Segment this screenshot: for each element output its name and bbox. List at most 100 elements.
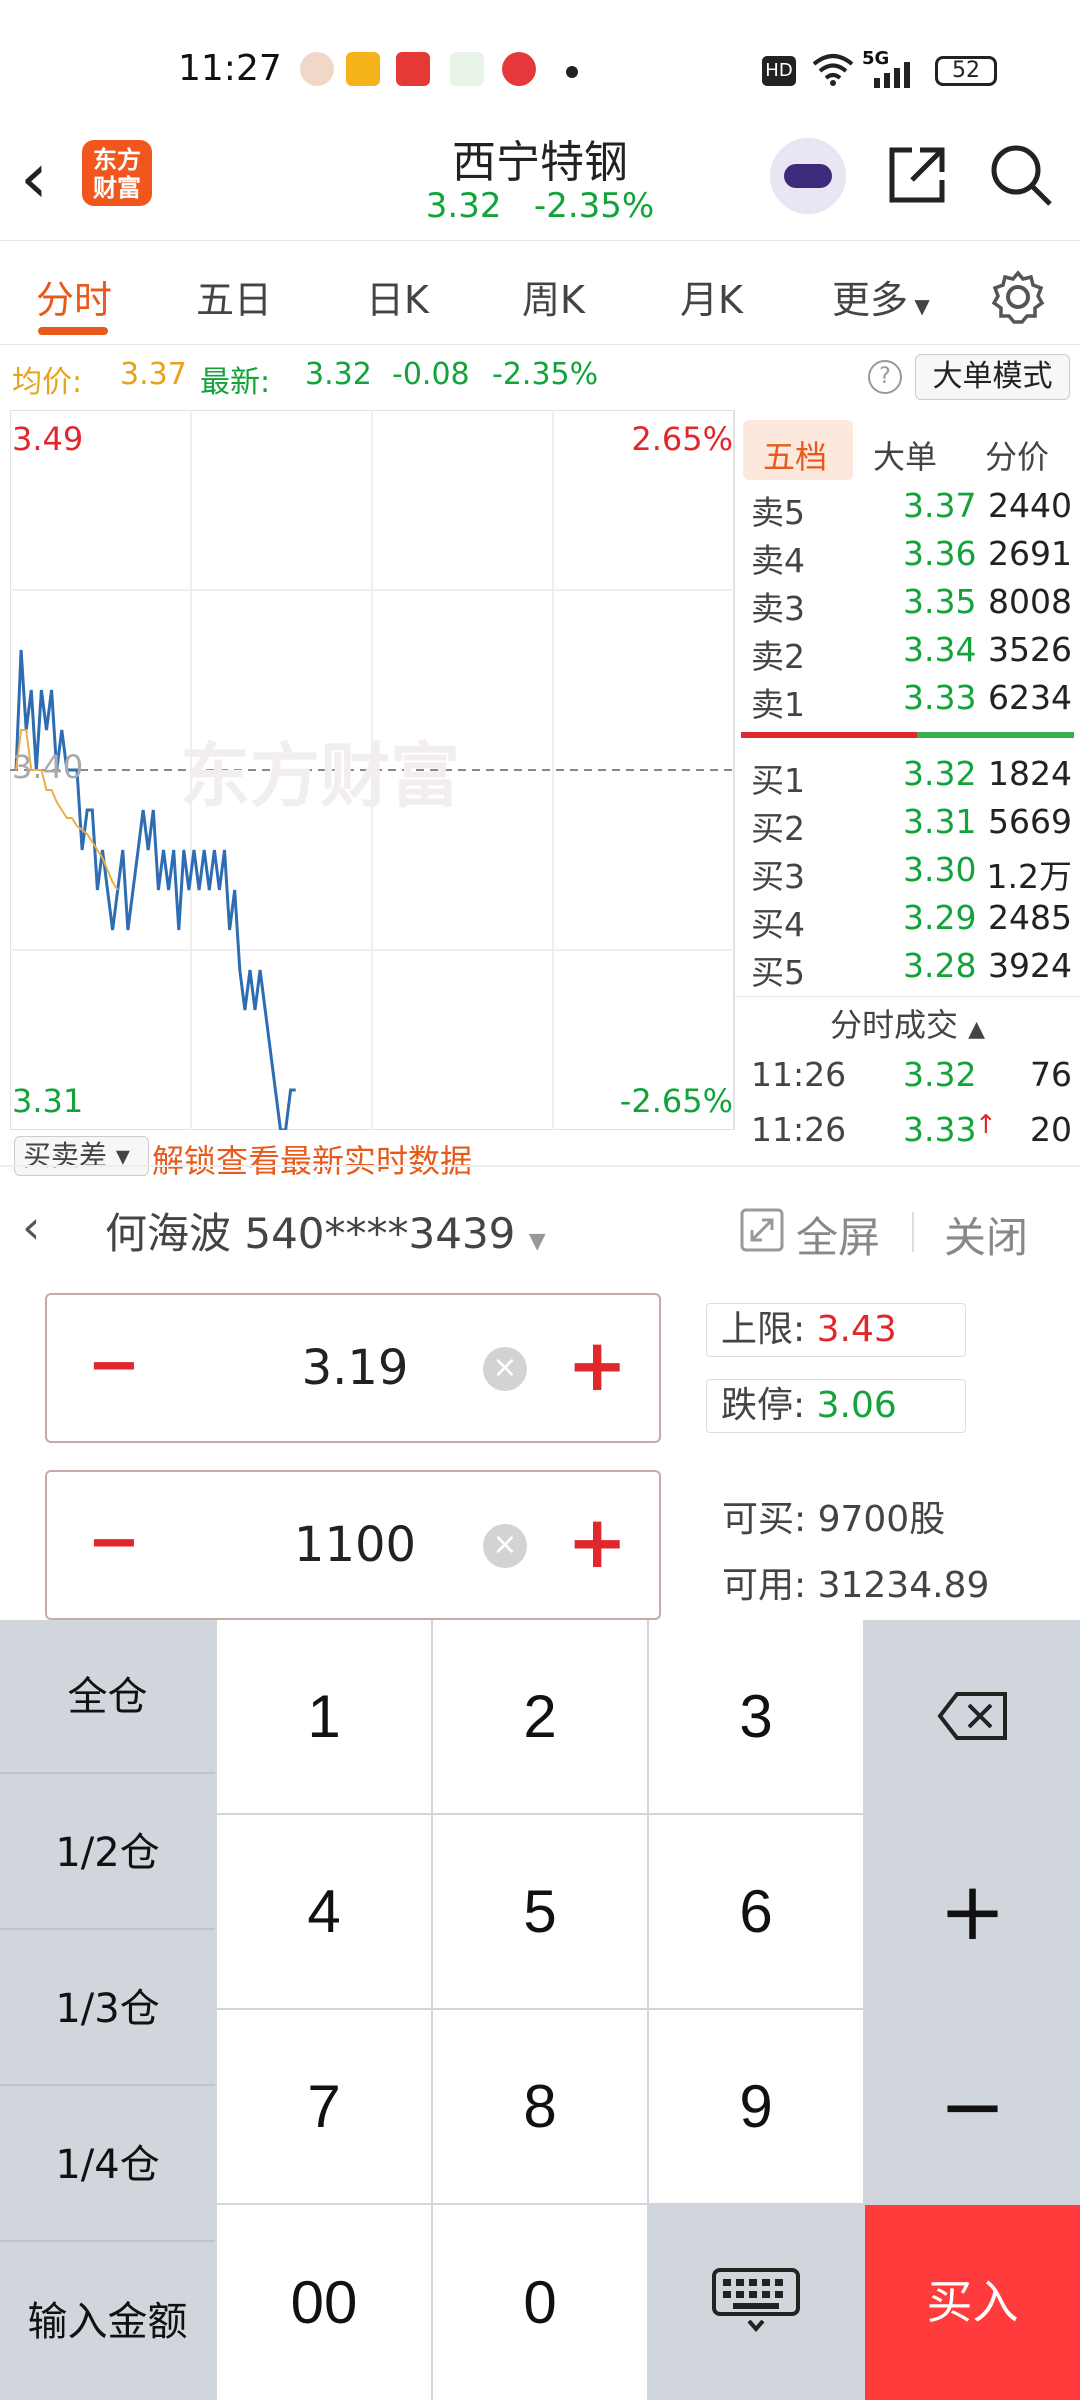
buy-button[interactable]: 买入 bbox=[865, 2205, 1080, 2400]
ask-row: 卖4 3.36 2691 bbox=[743, 534, 1080, 582]
chart-period-tabs: 分时 五日 日K 周K 月K 更多 ▼ bbox=[0, 240, 1080, 345]
price-clear-icon[interactable]: × bbox=[483, 1347, 527, 1391]
signal-icon bbox=[874, 62, 910, 88]
ask-volume: 8008 bbox=[988, 582, 1072, 621]
key-1[interactable]: 1 bbox=[217, 1620, 431, 1813]
bid-volume: 2485 bbox=[988, 898, 1072, 937]
ask-price: 3.34 bbox=[903, 630, 977, 669]
big-order-mode-button[interactable]: 大单模式 bbox=[915, 354, 1070, 400]
book-tab-price-split[interactable]: 分价 bbox=[985, 432, 1049, 478]
trades-title-label: 分时成交 bbox=[829, 1006, 958, 1044]
ask-row: 卖5 3.37 2440 bbox=[743, 486, 1080, 534]
ask-price: 3.37 bbox=[903, 486, 977, 525]
trades-title[interactable]: 分时成交 ▲ bbox=[735, 1000, 1080, 1046]
key-6[interactable]: 6 bbox=[649, 1815, 863, 2008]
bid-price: 3.31 bbox=[903, 802, 977, 841]
bid-price: 3.32 bbox=[903, 754, 977, 793]
key-00[interactable]: 00 bbox=[217, 2205, 431, 2400]
plus-key[interactable]: + bbox=[865, 1815, 1080, 2008]
key-8[interactable]: 8 bbox=[433, 2010, 647, 2203]
bid-label: 买2 bbox=[751, 809, 805, 848]
bid-row: 买1 3.32 1824 bbox=[743, 754, 1080, 802]
price-increase-button[interactable]: + bbox=[567, 1295, 627, 1441]
key-9[interactable]: 9 bbox=[649, 2010, 863, 2203]
close-button[interactable]: 关闭 bbox=[944, 1204, 1028, 1265]
backspace-key[interactable] bbox=[865, 1620, 1080, 1813]
fullscreen-button[interactable]: 全屏 bbox=[796, 1204, 880, 1265]
ask-label: 卖5 bbox=[751, 493, 805, 532]
ask-row: 卖3 3.35 8008 bbox=[743, 582, 1080, 630]
bid-row: 买3 3.30 1.2万 bbox=[743, 850, 1080, 898]
keyboard-icon bbox=[712, 2268, 800, 2333]
ask-price: 3.35 bbox=[903, 582, 977, 621]
book-tab-big-order[interactable]: 大单 bbox=[873, 432, 937, 478]
stock-change-pct: -2.35% bbox=[533, 186, 655, 226]
book-tab-five-level[interactable]: 五档 bbox=[763, 432, 827, 478]
trade-row: 11:26 3.32 76 bbox=[743, 1055, 1080, 1103]
limit-down-box[interactable]: 跌停: 3.06 bbox=[706, 1379, 966, 1433]
key-quarter-position[interactable]: 1/4仓 bbox=[0, 2088, 215, 2242]
search-icon[interactable] bbox=[988, 142, 1054, 208]
stock-price: 3.32 bbox=[425, 186, 502, 226]
key-7[interactable]: 7 bbox=[217, 2010, 431, 2203]
key-5[interactable]: 5 bbox=[433, 1815, 647, 2008]
wifi-icon bbox=[812, 54, 854, 86]
notification-toutiao-icon bbox=[396, 52, 430, 86]
trade-volume: 76 bbox=[1030, 1055, 1072, 1094]
key-3[interactable]: 3 bbox=[649, 1620, 863, 1813]
avg-label: 均价: bbox=[12, 365, 83, 400]
qty-clear-icon[interactable]: × bbox=[483, 1524, 527, 1568]
fullscreen-icon[interactable] bbox=[740, 1208, 784, 1252]
bid-volume: 3924 bbox=[988, 946, 1072, 985]
trade-time: 11:26 bbox=[751, 1110, 847, 1149]
notification-avatar-icon bbox=[300, 52, 334, 86]
tab-more[interactable]: 更多 ▼ bbox=[832, 269, 930, 324]
bid-label: 买5 bbox=[751, 953, 805, 992]
ask-row: 卖1 3.33 6234 bbox=[743, 678, 1080, 726]
panel-back-chevron-icon[interactable]: ‹ bbox=[22, 1200, 40, 1254]
ask-label: 卖1 bbox=[751, 685, 805, 724]
tab-five-day[interactable]: 五日 bbox=[196, 269, 272, 324]
key-2[interactable]: 2 bbox=[433, 1620, 647, 1813]
limit-down-value: 3.06 bbox=[816, 1385, 897, 1426]
keyboard-toggle-key[interactable] bbox=[649, 2205, 863, 2400]
tab-daily-k[interactable]: 日K bbox=[366, 269, 429, 324]
pct-min-label: -2.65% bbox=[619, 1082, 733, 1120]
chart-series bbox=[14, 649, 296, 1130]
assistant-robot-icon[interactable] bbox=[770, 138, 846, 214]
bid-ratio-bar bbox=[917, 732, 1074, 738]
bid-label: 买4 bbox=[751, 905, 805, 944]
intraday-chart[interactable]: 东方财富 3.49 2.65% 3.40 3.31 -2.65% 买卖差 ▾ 解… bbox=[10, 410, 735, 1176]
notification-more-dot bbox=[566, 66, 578, 78]
help-icon[interactable]: ? bbox=[868, 360, 902, 394]
key-4[interactable]: 4 bbox=[217, 1815, 431, 2008]
chevron-up-icon: ▲ bbox=[968, 1017, 986, 1042]
key-input-amount[interactable]: 输入金额 bbox=[0, 2244, 215, 2400]
share-icon[interactable] bbox=[886, 144, 948, 206]
account-selector[interactable]: 何海波 540****3439 ▼ bbox=[105, 1200, 546, 1261]
intraday-chart-svg: 东方财富 bbox=[10, 410, 735, 1130]
trade-price: 3.32 bbox=[903, 1055, 977, 1094]
ask-price: 3.36 bbox=[903, 534, 977, 573]
key-third-position[interactable]: 1/3仓 bbox=[0, 1932, 215, 2086]
tab-weekly-k[interactable]: 周K bbox=[522, 269, 585, 324]
bid-price: 3.28 bbox=[903, 946, 977, 985]
ask-volume: 2440 bbox=[988, 486, 1072, 525]
minus-key[interactable]: − bbox=[865, 2010, 1080, 2203]
settings-gear-icon[interactable] bbox=[990, 269, 1046, 325]
status-bar: 11:27 HD 5G 52 bbox=[0, 0, 1080, 140]
y-max-label: 3.49 bbox=[12, 420, 84, 458]
price-stepper: − 3.19 × + bbox=[45, 1293, 661, 1443]
tab-monthly-k[interactable]: 月K bbox=[680, 269, 743, 324]
tab-intraday[interactable]: 分时 bbox=[36, 269, 112, 324]
key-full-position[interactable]: 全仓 bbox=[0, 1620, 215, 1774]
trade-time: 11:26 bbox=[751, 1055, 847, 1094]
key-half-position[interactable]: 1/2仓 bbox=[0, 1776, 215, 1930]
hd-icon: HD bbox=[762, 56, 796, 86]
available-label: 可用: bbox=[722, 1565, 807, 1606]
qty-increase-button[interactable]: + bbox=[567, 1472, 627, 1618]
upper-limit-box[interactable]: 上限: 3.43 bbox=[706, 1303, 966, 1357]
key-0[interactable]: 0 bbox=[433, 2205, 647, 2400]
available-funds-info: 可用: 31234.89 bbox=[722, 1556, 989, 1608]
upper-limit-value: 3.43 bbox=[816, 1309, 897, 1350]
